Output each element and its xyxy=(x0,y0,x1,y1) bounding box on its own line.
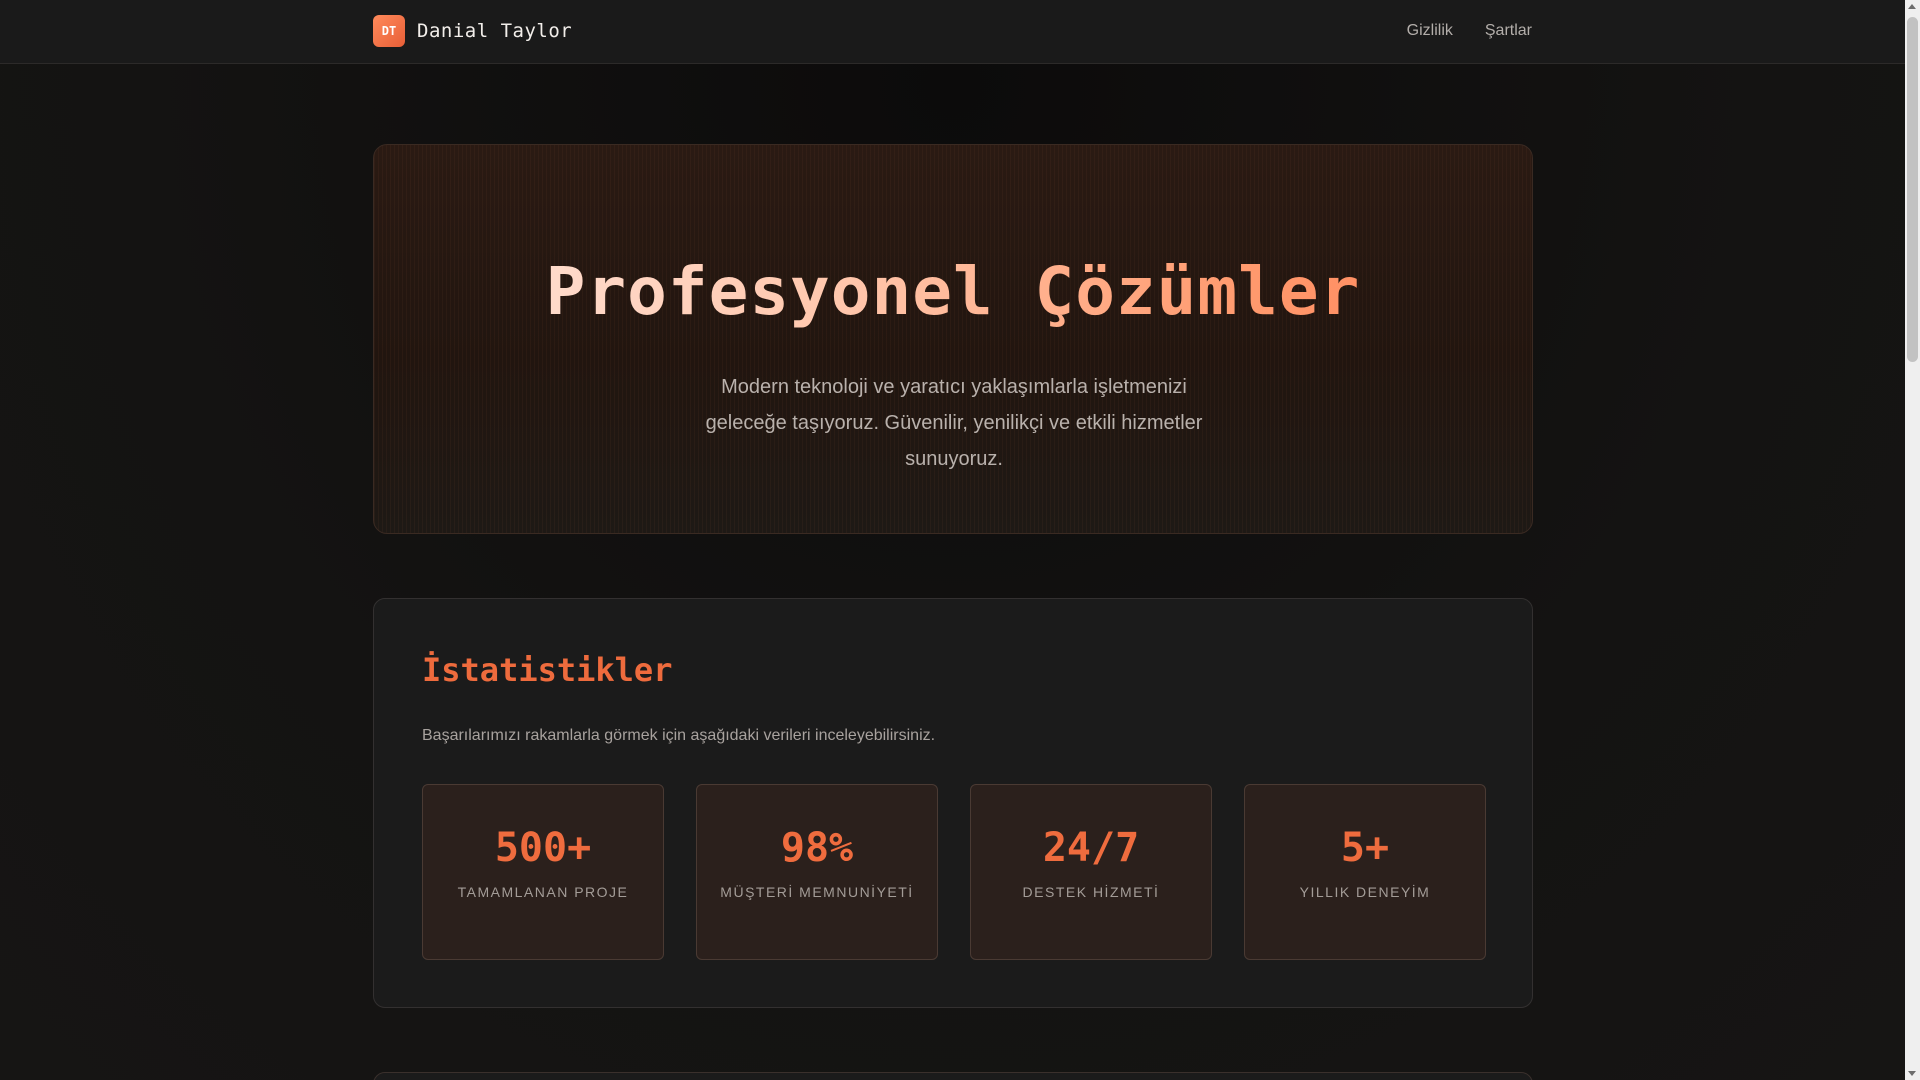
brand-logo: DT xyxy=(373,15,405,47)
page: DT Danial Taylor Gizlilik Şartlar Profes… xyxy=(0,0,1905,1080)
hero-title: Profesyonel Çözümler xyxy=(374,253,1532,330)
scrollbar-thumb[interactable] xyxy=(1907,17,1918,362)
stat-value: 5+ xyxy=(1340,825,1390,871)
brand[interactable]: DT Danial Taylor xyxy=(373,15,572,47)
stat-label: DESTEK HİZMETİ xyxy=(1022,884,1160,900)
stat-card-projects: 500+ TAMAMLANAN PROJE xyxy=(422,784,664,960)
page-scrollbar[interactable] xyxy=(1905,0,1920,1080)
scroll-down-arrow-icon[interactable] xyxy=(1908,1071,1916,1076)
stats-section: İstatistikler Başarılarımızı rakamlarla … xyxy=(373,598,1533,1008)
nav-link-privacy[interactable]: Gizlilik xyxy=(1407,22,1453,40)
top-navbar: DT Danial Taylor Gizlilik Şartlar xyxy=(0,0,1905,64)
stat-label: MÜŞTERİ MEMNUNİYETİ xyxy=(720,884,914,900)
stat-value: 500+ xyxy=(494,825,592,871)
next-section-card xyxy=(373,1072,1533,1080)
hero-subtitle: Modern teknoloji ve yaratıcı yaklaşımlar… xyxy=(705,376,1203,470)
stat-card-experience: 5+ YILLIK DENEYİM xyxy=(1244,784,1486,960)
brand-name: Danial Taylor xyxy=(417,20,573,42)
header-nav: Gizlilik Şartlar xyxy=(1407,22,1532,40)
stat-value: 98% xyxy=(780,825,854,871)
stat-label: YILLIK DENEYİM xyxy=(1299,884,1431,900)
stats-description: Başarılarımızı rakamlarla görmek için aş… xyxy=(422,727,936,744)
hero-section: Profesyonel Çözümler Modern teknoloji ve… xyxy=(373,144,1533,534)
stat-value: 24/7 xyxy=(1042,825,1140,871)
stat-card-satisfaction: 98% MÜŞTERİ MEMNUNİYETİ xyxy=(696,784,938,960)
stat-card-support: 24/7 DESTEK HİZMETİ xyxy=(970,784,1212,960)
stats-grid: 500+ TAMAMLANAN PROJE 98% MÜŞTERİ MEMNUN… xyxy=(422,784,1486,960)
scroll-up-arrow-icon[interactable] xyxy=(1908,4,1916,9)
nav-link-terms[interactable]: Şartlar xyxy=(1485,22,1532,40)
stat-label: TAMAMLANAN PROJE xyxy=(457,884,629,900)
stats-title: İstatistikler xyxy=(422,651,673,689)
